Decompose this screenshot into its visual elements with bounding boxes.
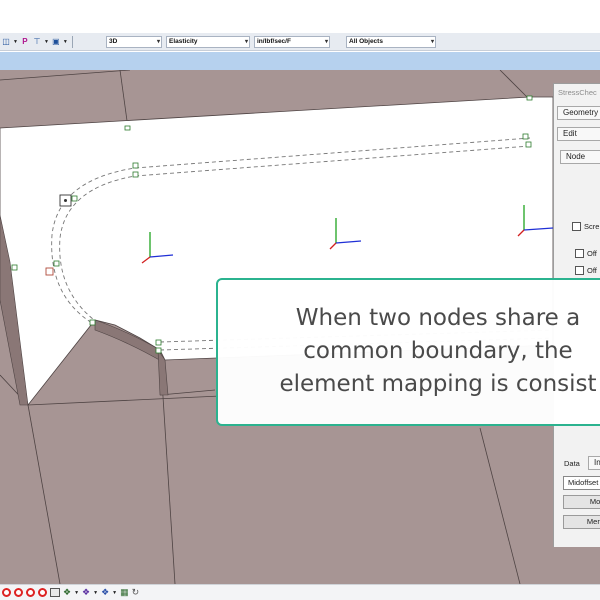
tab-geometry[interactable]: Geometry bbox=[557, 106, 600, 120]
chevron-down-icon: ▾ bbox=[156, 39, 160, 45]
selected-node-dot bbox=[64, 199, 67, 202]
move-button[interactable]: Mov bbox=[563, 495, 600, 509]
mesh-edge bbox=[159, 389, 216, 396]
p-button[interactable]: P bbox=[20, 36, 30, 47]
merge-button[interactable]: Merg bbox=[563, 515, 600, 529]
mesh-icon[interactable]: ❖ bbox=[82, 588, 90, 597]
offset1-checkbox-label: Off bbox=[587, 249, 597, 258]
chevron-down-icon[interactable]: ▼ bbox=[63, 39, 68, 45]
node-marker[interactable] bbox=[53, 260, 60, 267]
node-marker[interactable] bbox=[525, 141, 532, 148]
stop-icon[interactable] bbox=[14, 588, 23, 597]
offset2-checkbox[interactable] bbox=[575, 266, 584, 275]
toolbar-icon-group: ◫ ▼ P ⊤ ▼ ▣ ▼ bbox=[0, 35, 100, 48]
view-mode-value: 3D bbox=[109, 38, 118, 45]
offset1-checkbox[interactable] bbox=[575, 249, 584, 258]
view-mode-select[interactable]: 3D ▾ bbox=[106, 36, 162, 48]
node-marker[interactable] bbox=[124, 125, 131, 131]
node-marker[interactable] bbox=[526, 95, 533, 101]
bottom-toolbar: ❖ ▼ ❖ ▼ ❖ ▼ ▦ ↻ bbox=[0, 584, 600, 600]
caption-text: When two nodes share a common boundary, … bbox=[228, 302, 600, 401]
analysis-type-select[interactable]: Elasticity ▾ bbox=[166, 36, 250, 48]
toolbar-band bbox=[0, 52, 600, 70]
axes-icon[interactable]: ◫ bbox=[1, 36, 11, 47]
node-marker[interactable] bbox=[11, 264, 18, 271]
tab-data[interactable]: Data bbox=[564, 459, 580, 468]
node-icon[interactable]: ⊤ bbox=[32, 36, 42, 47]
mesh-edge bbox=[27, 404, 61, 584]
caption-line-3: element mapping is consist bbox=[279, 371, 597, 397]
surface-icon[interactable]: ▦ bbox=[120, 588, 129, 597]
tab-node[interactable]: Node bbox=[560, 150, 600, 164]
caption-line-1: When two nodes share a bbox=[295, 305, 581, 331]
offset2-checkbox-label: Off bbox=[587, 266, 597, 275]
chevron-down-icon: ▾ bbox=[324, 39, 328, 45]
mesh-edge bbox=[119, 70, 129, 129]
stop-icon[interactable] bbox=[38, 588, 47, 597]
node-marker[interactable] bbox=[155, 347, 162, 354]
panel-title: StressChec bbox=[558, 88, 597, 97]
screen-checkbox-label: Scre bbox=[584, 222, 600, 231]
toolbar-separator bbox=[71, 35, 73, 48]
mesh-edge bbox=[499, 70, 529, 99]
node-marker[interactable] bbox=[155, 339, 162, 346]
node-marker[interactable] bbox=[522, 133, 529, 140]
tab-edit[interactable]: Edit bbox=[557, 127, 600, 141]
camera-icon[interactable]: ▣ bbox=[51, 36, 61, 47]
grid-icon[interactable] bbox=[50, 588, 60, 597]
screen-checkbox[interactable] bbox=[572, 222, 581, 231]
chevron-down-icon: ▾ bbox=[430, 39, 434, 45]
node-marker[interactable] bbox=[71, 195, 78, 202]
tab-input[interactable]: In bbox=[588, 456, 600, 470]
node-marker[interactable] bbox=[132, 171, 139, 178]
element-icon[interactable]: ❖ bbox=[101, 588, 109, 597]
chevron-down-icon[interactable]: ▼ bbox=[112, 590, 117, 596]
mesh-edge bbox=[0, 70, 131, 81]
top-margin bbox=[0, 0, 600, 33]
objects-select[interactable]: All Objects ▾ bbox=[346, 36, 436, 48]
analysis-type-value: Elasticity bbox=[169, 38, 198, 45]
units-value: in/lbf/sec/F bbox=[257, 38, 291, 45]
node-tool-icon[interactable]: ❖ bbox=[63, 588, 71, 597]
refresh-icon[interactable]: ↻ bbox=[132, 588, 140, 597]
stop-icon[interactable] bbox=[2, 588, 11, 597]
node-marker[interactable] bbox=[89, 319, 96, 326]
mesh-edge bbox=[479, 427, 521, 584]
caption-line-2: common boundary, the bbox=[303, 338, 573, 364]
node-marker[interactable] bbox=[132, 162, 139, 169]
midoffset-field[interactable]: Midoffset bbox=[563, 476, 600, 490]
caption-box: When two nodes share a common boundary, … bbox=[216, 278, 600, 426]
chevron-down-icon[interactable]: ▼ bbox=[93, 590, 98, 596]
node-marker-red[interactable] bbox=[45, 267, 54, 276]
stop-icon[interactable] bbox=[26, 588, 35, 597]
units-select[interactable]: in/lbf/sec/F ▾ bbox=[254, 36, 330, 48]
chevron-down-icon: ▾ bbox=[244, 39, 248, 45]
objects-value: All Objects bbox=[349, 38, 383, 45]
chevron-down-icon[interactable]: ▼ bbox=[44, 39, 49, 45]
chevron-down-icon[interactable]: ▼ bbox=[13, 39, 18, 45]
chevron-down-icon[interactable]: ▼ bbox=[74, 590, 79, 596]
mesh-edge bbox=[27, 395, 221, 406]
